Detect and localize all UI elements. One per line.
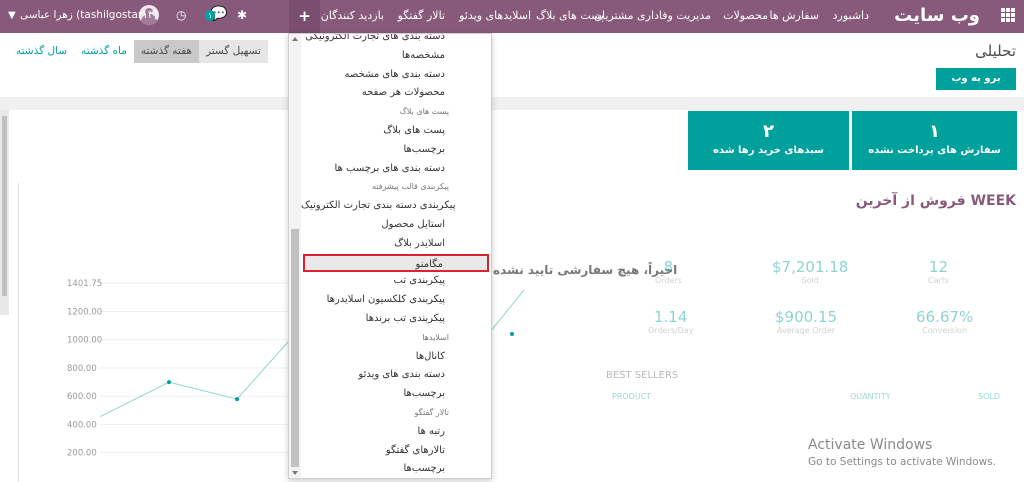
kpi-unpaid-orders[interactable]: ۱ سفارش های پرداخت نشده: [852, 111, 1017, 170]
dropdown-section-header: پست های بلاگ: [399, 107, 449, 117]
kpi-label: سفارش های پرداخت نشده: [868, 145, 1001, 156]
dropdown-item[interactable]: مشخصه‌ها: [301, 47, 491, 66]
menu-loyalty[interactable]: مدیریت وفاداری مشتریان: [594, 9, 711, 22]
dropdown-item[interactable]: دسته بندی های برچسب ها: [301, 160, 491, 179]
y-tick-label: 1401.75: [67, 279, 102, 289]
dropdown-item[interactable]: استایل محصول: [301, 216, 491, 235]
stat-value: 1.14: [654, 308, 688, 326]
watermark-line1: Activate Windows: [808, 437, 933, 453]
dropdown-item[interactable]: دسته بندی های مشخصه: [301, 66, 491, 85]
chart-point[interactable]: [167, 380, 171, 385]
dropdown-item[interactable]: تالارهای گفتگو: [301, 442, 491, 461]
menu-blog-posts[interactable]: پست های بلاگ: [536, 9, 604, 22]
y-tick-label: 600.00: [67, 392, 97, 402]
dropdown-item[interactable]: پیکربندی تب: [301, 272, 491, 291]
plus-dropdown-menu: دسته بندی های تجارت الکترونیکی مشخصه‌ها دس…: [288, 33, 492, 479]
stat-label: Orders/Day: [648, 326, 694, 335]
stat-conversion: 66.67% Conversion: [916, 308, 973, 335]
chart-line-fragment: [489, 289, 525, 336]
stat-orders: 8 Orders: [655, 258, 682, 285]
page-title: تحلیلی: [975, 42, 1016, 60]
stat-label: Sold: [801, 276, 819, 285]
scroll-thumb[interactable]: [291, 229, 299, 467]
menu-forum[interactable]: تالار گفتگو: [398, 9, 445, 22]
windows-activation-watermark: Activate Windows Go to Settings to activ…: [808, 437, 996, 468]
chart-point[interactable]: [235, 397, 239, 402]
dropdown-scrollbar[interactable]: [289, 34, 301, 478]
kpi-abandoned-carts[interactable]: ۲ سبدهای خرید رها شده: [688, 111, 849, 170]
kpi-label: سبدهای خرید رها شده: [713, 145, 824, 156]
dropdown-list: دسته بندی های تجارت الکترونیکی مشخصه‌ها دس…: [301, 34, 491, 478]
y-tick-label: 1200.00: [67, 307, 102, 317]
dropdown-item[interactable]: پست های بلاگ: [301, 122, 491, 141]
dropdown-item[interactable]: پیکربندی دسته بندی تجارت الکترونیک: [301, 197, 491, 216]
scroll-down-arrow-icon[interactable]: [292, 471, 298, 475]
dropdown-section-header: پیکربندی قالب پیشرفته: [372, 182, 449, 192]
menu-visitors[interactable]: بازدید کنندگان: [321, 9, 384, 22]
dropdown-item[interactable]: اسلایدر بلاگ: [301, 235, 491, 254]
go-to-website-button[interactable]: برو به وب سایت: [936, 68, 1016, 106]
stat-carts: 12 Carts: [928, 258, 949, 285]
sales-line: [99, 339, 291, 418]
menu-dashboard[interactable]: داشبورد: [833, 9, 869, 22]
y-tick-label: 1000.00: [67, 336, 102, 346]
stat-value: $900.15: [775, 308, 838, 326]
stat-label: Conversion: [922, 326, 968, 335]
menu-orders[interactable]: سفارش ها: [769, 9, 819, 22]
dropdown-item[interactable]: کانال‌ها: [301, 348, 491, 367]
stat-value: 8: [663, 258, 674, 276]
dropdown-item[interactable]: پیکربندی تب برندها: [301, 310, 491, 329]
stat-label: Average Order: [776, 326, 836, 335]
dropdown-item[interactable]: برچسب‌ها: [301, 141, 491, 160]
col-product: PRODUCT: [612, 392, 652, 401]
dropdown-item[interactable]: پیکربندی کلکسیون اسلایدرها: [301, 291, 491, 310]
stat-orders-per-day: 1.14 Orders/Day: [648, 308, 693, 335]
sales-chart-svg: 1401.75 1200.00 1000.00 800.00 600.00 400.00 2…: [67, 279, 291, 459]
app-title: وب سایت: [894, 5, 980, 26]
y-tick-label: 400.00: [67, 420, 97, 430]
sales-section-title: فروش از آخرین WEEK: [855, 193, 1016, 209]
watermark-line2: Go to Settings to activate Windows.: [808, 456, 997, 468]
dropdown-item[interactable]: دسته بندی های تجارت الکترونیکی: [301, 34, 491, 47]
dropdown-section-header: اسلایدها: [422, 332, 449, 342]
menu-products[interactable]: محصولات: [723, 9, 768, 22]
dropdown-item[interactable]: محصولات هر صفحه: [301, 84, 491, 103]
best-sellers-heading: BEST SELLERS: [606, 370, 679, 381]
menu-video-slides[interactable]: اسلایدهای ویدئو: [459, 9, 531, 22]
apps-grid-icon[interactable]: [1001, 8, 1015, 22]
stat-value: 66.67%: [916, 308, 974, 326]
y-tick-label: 200.00: [67, 449, 97, 459]
dropdown-item[interactable]: برچسب‌ها: [301, 460, 491, 478]
stat-sold: $7,201.18 Sold: [772, 258, 848, 285]
y-tick-label: 800.00: [67, 364, 97, 374]
scroll-up-arrow-icon[interactable]: [292, 37, 298, 41]
dropdown-section-header: تالار گفتگو: [414, 407, 449, 417]
chart-point: [510, 332, 514, 336]
col-quantity: QUANTITY: [850, 392, 891, 401]
stat-average-order: $900.15 Average Order: [775, 308, 837, 335]
stat-value: $7,201.18: [772, 258, 849, 276]
stat-label: Orders: [655, 276, 682, 285]
dropdown-item[interactable]: برچسب‌ها: [301, 385, 491, 404]
dropdown-item[interactable]: رتبه ها: [301, 423, 491, 442]
kpi-value: ۱: [929, 121, 940, 142]
dropdown-item[interactable]: دسته بندی های ویدئو: [301, 366, 491, 385]
dropdown-item-megamenu[interactable]: مگامنو: [303, 253, 489, 273]
stat-label: Carts: [928, 276, 950, 285]
kpi-value: ۲: [763, 121, 774, 142]
col-sold: SOLD: [978, 392, 1000, 401]
stat-value: 12: [929, 258, 949, 276]
